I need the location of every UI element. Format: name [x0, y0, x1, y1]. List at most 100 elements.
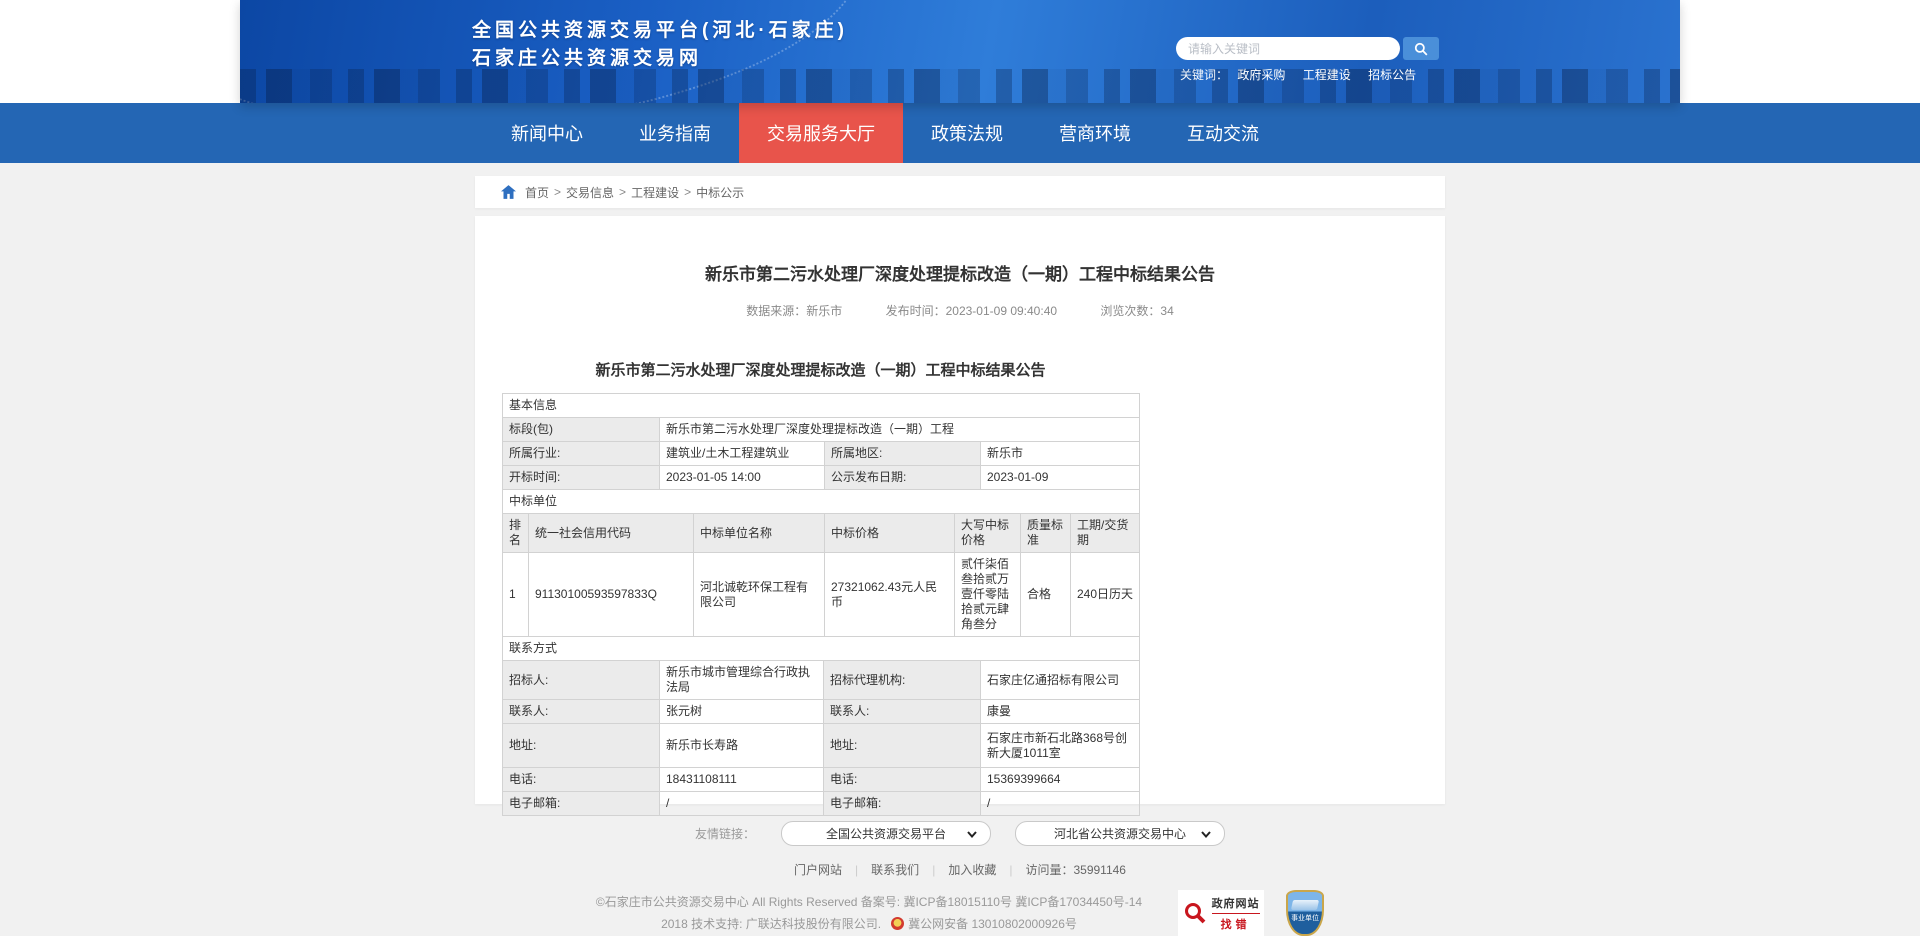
search-button[interactable]	[1403, 37, 1439, 60]
search-input[interactable]	[1176, 37, 1400, 60]
section-winner: 中标单位	[501, 489, 1141, 514]
open-time-value: 2023-01-05 14:00	[659, 465, 825, 490]
keywords-label: 关键词：	[1180, 68, 1229, 82]
nav-item-interaction[interactable]: 互动交流	[1159, 103, 1287, 163]
site-title: 全国公共资源交易平台(河北·石家庄) 石家庄公共资源交易网	[472, 17, 848, 73]
copyright-line1: ©石家庄市公共资源交易中心 All Rights Reserved 备案号: 冀…	[595, 895, 1143, 909]
address1-value: 新乐市长寿路	[659, 723, 824, 768]
breadcrumb-engineering[interactable]: 工程建设	[631, 184, 679, 201]
table-row: 开标时间: 2023-01-05 14:00 公示发布日期: 2023-01-0…	[502, 465, 1141, 490]
copyright-line2: 2018 技术支持: 广联达科技股份有限公司. 冀公网安备 13010802000…	[661, 917, 1077, 931]
gov-site-error-badge[interactable]: 政府网站 找错	[1178, 890, 1265, 936]
contact-table: 联系方式 招标人: 新乐市城市管理综合行政执法局 招标代理机构: 石家庄亿通招标…	[501, 636, 1141, 816]
email1-value: /	[659, 791, 824, 816]
winner-company: 河北诚乾环保工程有限公司	[693, 552, 825, 637]
open-time-label: 开标时间:	[502, 465, 660, 490]
site-title-line1: 全国公共资源交易平台(河北·石家庄)	[472, 20, 848, 41]
winner-header-row: 排名 统一社会信用代码 中标单位名称 中标价格 大写中标价格 质量标准 工期/交…	[502, 513, 1141, 553]
main-nav: 新闻中心 业务指南 交易服务大厅 政策法规 营商环境 互动交流	[0, 103, 1920, 163]
table-row: 电话: 18431108111 电话: 15369399664	[502, 767, 1141, 792]
agency-value: 石家庄亿通招标有限公司	[979, 660, 1141, 700]
contact2-value: 康曼	[979, 699, 1141, 724]
keyword-link-tender-notice[interactable]: 招标公告	[1368, 68, 1416, 82]
copyright-text: ©石家庄市公共资源交易中心 All Rights Reserved 备案号: 冀…	[596, 891, 1142, 935]
industry-value: 建筑业/土木工程建筑业	[659, 441, 825, 466]
winner-table: 中标单位 排名 统一社会信用代码 中标单位名称 中标价格 大写中标价格 质量标准…	[501, 489, 1141, 637]
page-title: 新乐市第二污水处理厂深度处理提标改造（一期）工程中标结果公告	[705, 265, 1215, 284]
breadcrumb-home[interactable]: 首页	[525, 184, 549, 201]
footer-link-portal[interactable]: 门户网站	[794, 861, 842, 878]
red-magnifier-icon	[1183, 901, 1207, 925]
breadcrumb-current[interactable]: 中标公示	[696, 184, 744, 201]
col-company: 中标单位名称	[693, 513, 825, 553]
nav-item-news[interactable]: 新闻中心	[483, 103, 611, 163]
phone1-value: 18431108111	[659, 767, 824, 792]
publish-date-value: 2023-01-09	[979, 465, 1141, 490]
friend-links-label: 友情链接：	[694, 827, 755, 841]
agency-label: 招标代理机构:	[823, 660, 981, 700]
nav-item-business-env[interactable]: 营商环境	[1031, 103, 1159, 163]
col-quality: 质量标准	[1020, 513, 1071, 553]
table-row: 招标人: 新乐市城市管理综合行政执法局 招标代理机构: 石家庄亿通招标有限公司	[502, 660, 1141, 700]
breadcrumb-separator: >	[684, 185, 692, 199]
visit-count: 访问量：35991146	[1025, 863, 1126, 877]
winner-rank: 1	[502, 552, 529, 637]
contact2-label: 联系人:	[823, 699, 981, 724]
address1-label: 地址:	[502, 723, 660, 768]
search-bar	[1176, 37, 1439, 60]
winner-price-capital: 贰仟柒佰叁拾贰万壹仟零陆拾贰元肆角叁分	[954, 552, 1021, 637]
tenderer-label: 招标人:	[502, 660, 660, 700]
top-strip: 全国公共资源交易平台(河北·石家庄) 石家庄公共资源交易网 关键词： 政府采购 …	[0, 0, 1920, 103]
institution-shield-badge[interactable]: 事业单位	[1286, 890, 1325, 936]
col-price-capital: 大写中标价格	[954, 513, 1021, 553]
security-filing-link[interactable]: 冀公网安备 13010802000926号	[908, 917, 1077, 931]
breadcrumb: 首页 > 交易信息 > 工程建设 > 中标公示	[475, 176, 1445, 208]
badge-text-line2: 找错	[1211, 912, 1260, 932]
chevron-down-icon	[966, 828, 978, 843]
email2-label: 电子邮箱:	[823, 791, 981, 816]
meta-publish-time: 发布时间：2023-01-09 09:40:40	[885, 304, 1058, 318]
nav-item-guide[interactable]: 业务指南	[611, 103, 739, 163]
package-label: 标段(包)	[502, 417, 660, 442]
nav-item-trading-hall[interactable]: 交易服务大厅	[739, 103, 903, 163]
table-row: 中标单位	[501, 489, 1141, 514]
nav-item-policy[interactable]: 政策法规	[903, 103, 1031, 163]
email2-value: /	[979, 791, 1141, 816]
breadcrumb-separator: >	[554, 185, 562, 199]
col-duration: 工期/交货期	[1069, 513, 1141, 553]
site-title-line2: 石家庄公共资源交易网	[472, 48, 703, 69]
hot-keywords: 关键词： 政府采购 工程建设 招标公告	[1180, 66, 1430, 83]
friend-link-select-national[interactable]: 全国公共资源交易平台	[781, 821, 991, 846]
table-row: 基本信息	[501, 393, 1141, 418]
chevron-down-icon	[1200, 828, 1212, 843]
search-icon	[1414, 42, 1428, 56]
badge-text-line1: 政府网站	[1211, 897, 1260, 910]
banner-image: 全国公共资源交易平台(河北·石家庄) 石家庄公共资源交易网 关键词： 政府采购 …	[240, 0, 1680, 103]
col-credit-code: 统一社会信用代码	[528, 513, 694, 553]
friend-links-bar: 友情链接： 全国公共资源交易平台 河北省公共资源交易中心	[0, 821, 1920, 846]
breadcrumb-separator: >	[619, 185, 627, 199]
section-contact: 联系方式	[501, 636, 1141, 661]
divider: |	[1009, 862, 1013, 877]
footer-link-favorite[interactable]: 加入收藏	[948, 861, 996, 878]
breadcrumb-trade-info[interactable]: 交易信息	[566, 184, 614, 201]
keyword-link-engineering[interactable]: 工程建设	[1303, 68, 1351, 82]
winner-quality: 合格	[1020, 552, 1071, 637]
table-row: 标段(包) 新乐市第二污水处理厂深度处理提标改造（一期）工程	[502, 417, 1141, 442]
phone2-value: 15369399664	[979, 767, 1141, 792]
contact1-value: 张元树	[659, 699, 824, 724]
table-row: 联系方式	[501, 636, 1141, 661]
phone2-label: 电话:	[823, 767, 981, 792]
region-label: 所属地区:	[824, 441, 981, 466]
home-icon[interactable]	[501, 185, 516, 199]
keyword-link-gov-procurement[interactable]: 政府采购	[1237, 68, 1285, 82]
divider: |	[932, 862, 936, 877]
winner-credit-code: 91130100593597833Q	[528, 552, 694, 637]
announcement-inner-title: 新乐市第二污水处理厂深度处理提标改造（一期）工程中标结果公告	[595, 362, 1046, 379]
address2-value: 石家庄市新石北路368号创新大厦1011室	[979, 723, 1141, 768]
footer-link-contact[interactable]: 联系我们	[871, 861, 919, 878]
table-row: 所属行业: 建筑业/土木工程建筑业 所属地区: 新乐市	[502, 441, 1141, 466]
address2-label: 地址:	[823, 723, 981, 768]
friend-link-select-hebei[interactable]: 河北省公共资源交易中心	[1015, 821, 1225, 846]
email1-label: 电子邮箱:	[502, 791, 660, 816]
